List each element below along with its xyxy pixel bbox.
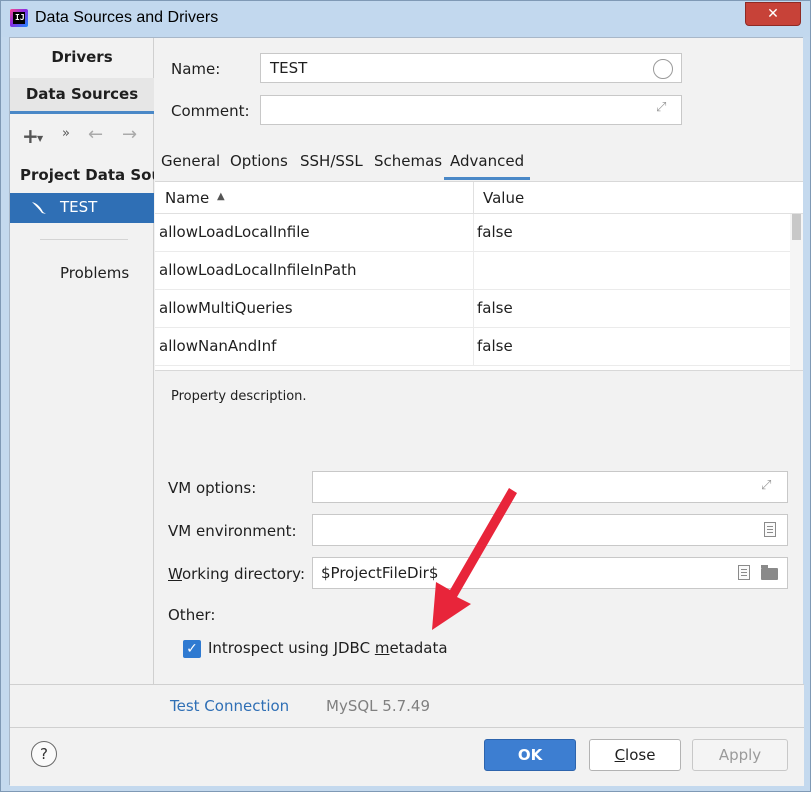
project-data-sources-heading: Project Data Sou... xyxy=(20,166,154,184)
tab-ssh-ssl[interactable]: SSH/SSL xyxy=(300,152,363,170)
property-name: allowNanAndInf xyxy=(159,337,277,355)
more-icon[interactable]: » xyxy=(62,126,70,141)
intellij-app-icon: IJ xyxy=(10,9,28,27)
expand-icon[interactable]: ⤢ xyxy=(761,478,771,493)
label-text: orking directory: xyxy=(181,565,306,583)
folder-icon[interactable] xyxy=(761,565,778,580)
name-input[interactable]: TEST xyxy=(260,53,682,83)
properties-table: Name ▲ Value allowLoadLocalInfile false … xyxy=(155,181,803,371)
scrollbar-thumb[interactable] xyxy=(792,214,801,240)
vm-options-input[interactable] xyxy=(312,471,788,503)
color-circle-icon[interactable] xyxy=(653,59,673,79)
apply-button[interactable]: Apply xyxy=(692,739,788,771)
comment-input[interactable] xyxy=(260,95,682,125)
sort-ascending-icon[interactable]: ▲ xyxy=(217,191,225,202)
tab-advanced[interactable]: Advanced xyxy=(444,152,531,180)
introspect-label[interactable]: Introspect using JDBC metadata xyxy=(208,639,448,657)
window-close-button[interactable]: ✕ xyxy=(745,2,801,26)
connection-bar: Test Connection MySQL 5.7.49 xyxy=(10,684,804,728)
column-divider xyxy=(473,252,474,290)
tab-options[interactable]: Options xyxy=(230,152,288,170)
column-divider xyxy=(473,182,474,214)
document-icon[interactable] xyxy=(738,565,750,580)
driver-version: MySQL 5.7.49 xyxy=(326,697,430,715)
tab-data-sources[interactable]: Data Sources xyxy=(10,78,154,114)
column-header-name[interactable]: Name xyxy=(165,189,209,207)
property-value[interactable]: false xyxy=(477,223,513,241)
window-title: Data Sources and Drivers xyxy=(35,9,219,26)
column-header-value[interactable]: Value xyxy=(483,189,524,207)
tab-drivers[interactable]: Drivers xyxy=(10,48,154,66)
main-panel: Name: TEST Comment: ⤢ General Options SS… xyxy=(155,38,803,684)
comment-label: Comment: xyxy=(171,102,250,120)
forward-arrow-icon[interactable]: → xyxy=(122,124,137,145)
name-label: Name: xyxy=(171,60,221,78)
other-label: Other: xyxy=(168,606,216,624)
mnemonic-char: C xyxy=(614,746,626,764)
sidebar-item-problems[interactable]: Problems xyxy=(60,264,129,282)
dialog-window: IJ Data Sources and Drivers ✕ Drivers Da… xyxy=(0,0,811,792)
mnemonic-char: W xyxy=(168,565,182,583)
property-name: allowMultiQueries xyxy=(159,299,293,317)
table-row[interactable]: allowLoadLocalInfileInPath xyxy=(155,252,790,290)
introspect-checkbox[interactable]: ✓ xyxy=(183,640,201,658)
property-value[interactable]: false xyxy=(477,337,513,355)
column-divider xyxy=(473,328,474,366)
property-name: allowLoadLocalInfileInPath xyxy=(159,261,357,279)
table-row[interactable]: allowLoadLocalInfile false xyxy=(155,214,790,252)
working-directory-label: Working directory: xyxy=(168,565,305,583)
mysql-dolphin-icon xyxy=(30,200,48,220)
dialog-footer: ? OK Close Apply xyxy=(10,728,804,786)
tab-schemas[interactable]: Schemas xyxy=(374,152,442,170)
expand-icon[interactable]: ⤢ xyxy=(656,100,666,115)
chevron-down-icon[interactable]: ▼ xyxy=(37,134,43,143)
test-connection-link[interactable]: Test Connection xyxy=(170,697,289,715)
column-divider xyxy=(473,290,474,328)
sidebar-divider xyxy=(40,239,128,240)
label-text: etadata xyxy=(389,639,448,657)
tab-general[interactable]: General xyxy=(161,152,220,170)
sidebar-item-test[interactable]: TEST xyxy=(10,193,154,223)
vm-environment-input[interactable] xyxy=(312,514,788,546)
working-directory-input[interactable]: $ProjectFileDir$ xyxy=(312,557,788,589)
column-divider xyxy=(473,214,474,252)
sidebar: Drivers Data Sources + ▼ » ← → Project D… xyxy=(10,38,154,684)
settings-tabs: General Options SSH/SSL Schemas Advanced xyxy=(155,148,803,182)
dialog-client-area: Drivers Data Sources + ▼ » ← → Project D… xyxy=(9,37,804,786)
table-header: Name ▲ Value xyxy=(155,182,803,214)
property-name: allowLoadLocalInfile xyxy=(159,223,310,241)
table-row[interactable]: allowNanAndInf false xyxy=(155,328,790,366)
close-button[interactable]: Close xyxy=(589,739,681,771)
ok-button[interactable]: OK xyxy=(484,739,576,771)
property-description: Property description. xyxy=(171,389,307,404)
label-text: Introspect using JDBC xyxy=(208,639,375,657)
vm-options-label: VM options: xyxy=(168,479,257,497)
sidebar-item-label: TEST xyxy=(60,198,98,216)
mnemonic-char: m xyxy=(374,639,390,657)
document-icon[interactable] xyxy=(764,522,776,537)
help-icon[interactable]: ? xyxy=(31,741,57,767)
back-arrow-icon[interactable]: ← xyxy=(88,124,103,145)
vm-environment-label: VM environment: xyxy=(168,522,297,540)
property-value[interactable]: false xyxy=(477,299,513,317)
title-bar[interactable]: IJ Data Sources and Drivers ✕ xyxy=(1,1,810,37)
label-text: lose xyxy=(625,746,656,764)
table-row[interactable]: allowMultiQueries false xyxy=(155,290,790,328)
table-scrollbar[interactable] xyxy=(790,214,803,370)
